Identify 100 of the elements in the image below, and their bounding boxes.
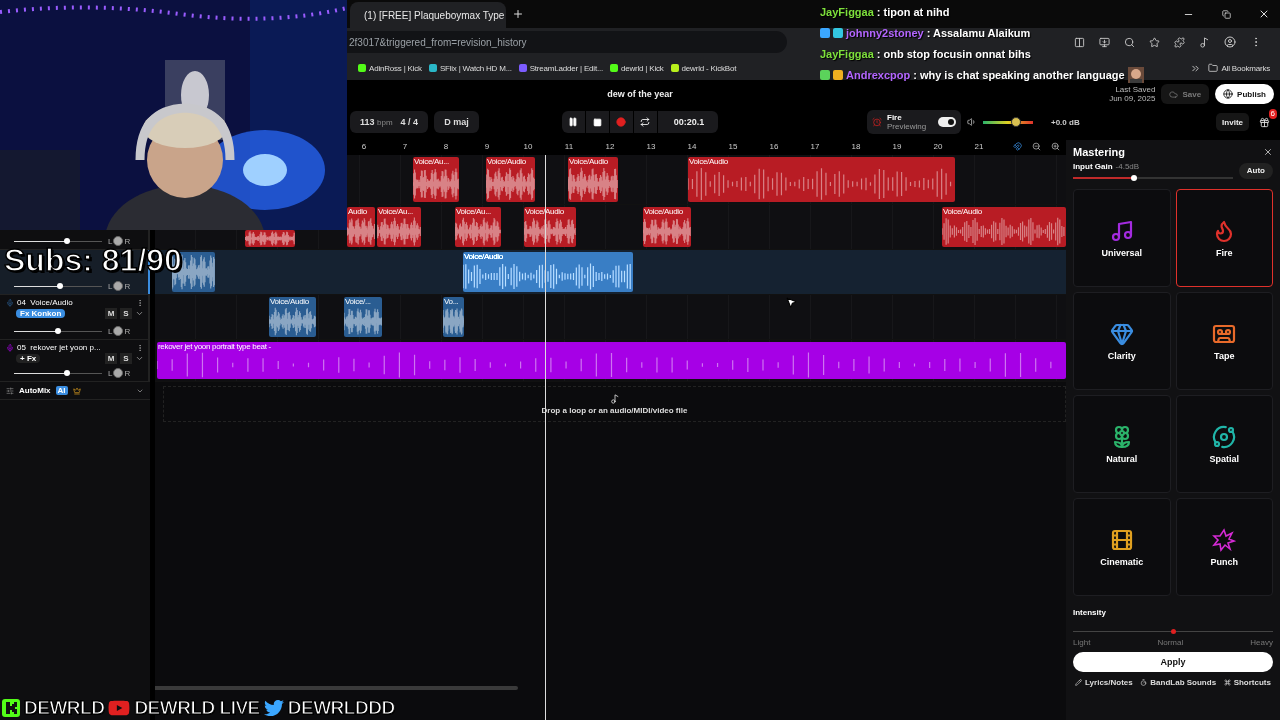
pencil-icon xyxy=(1075,679,1082,686)
audio-clip[interactable]: Voice/Audio xyxy=(269,297,316,337)
track-name: 05 rekover jet yoon p... xyxy=(17,343,101,352)
close-icon[interactable] xyxy=(1263,147,1273,157)
automix-row[interactable]: AutoMix AI xyxy=(0,382,150,400)
sliders-icon xyxy=(6,386,14,395)
bar-number: 7 xyxy=(402,142,408,151)
apply-button[interactable]: Apply xyxy=(1073,652,1273,672)
all-bookmarks[interactable]: All Bookmarks xyxy=(1208,63,1270,73)
audio-clip[interactable]: Voice/... xyxy=(344,297,382,337)
solo-button[interactable]: S xyxy=(120,308,132,319)
address-bar[interactable]: 2f3017&triggered_from=revision_history xyxy=(347,31,787,53)
media-icon[interactable] xyxy=(1199,36,1210,48)
fx-chip[interactable]: + Fx xyxy=(16,354,41,363)
bar-number: 9 xyxy=(484,142,490,151)
ai-badge: AI xyxy=(55,386,68,395)
extensions-icon[interactable] xyxy=(1174,36,1185,48)
last-saved: Last Saved Jun 09, 2025 xyxy=(1109,85,1156,103)
audio-clip[interactable]: rekover jet yoon portrait type beat - xyxy=(157,342,1066,379)
preset-card[interactable]: Natural xyxy=(1073,395,1171,493)
audio-clip[interactable]: Voice/Au... xyxy=(413,157,459,202)
audio-clip[interactable]: Voice/Audio xyxy=(643,207,691,247)
waveform xyxy=(377,216,421,247)
browser-tab[interactable]: (1) [FREE] Plaqueboymax Type xyxy=(350,2,506,28)
bar-number: 16 xyxy=(769,142,779,151)
audio-clip[interactable] xyxy=(245,230,295,247)
preset-card[interactable]: Tape xyxy=(1175,292,1273,390)
bookmark[interactable]: dewrld | Kick xyxy=(610,63,664,73)
waveform xyxy=(344,306,382,337)
zoom-icon[interactable] xyxy=(1124,36,1135,48)
zoom-in-icon[interactable] xyxy=(1051,142,1060,151)
social-handle: DEWRLD xyxy=(24,697,105,719)
audio-clip[interactable]: Voice/Audio xyxy=(463,252,633,292)
bar-number: 12 xyxy=(605,142,615,151)
bar-number: 11 xyxy=(564,142,574,151)
audio-clip[interactable]: Voice/Au... xyxy=(377,207,421,247)
footer-link[interactable]: BandLab Sounds xyxy=(1138,676,1219,689)
master-volume-slider[interactable] xyxy=(983,120,1033,124)
pan-knob[interactable]: L R xyxy=(108,368,131,378)
bar-number: 15 xyxy=(728,142,738,151)
bookmark-star-icon[interactable] xyxy=(1149,36,1160,48)
volume-icon[interactable] xyxy=(967,117,977,127)
close-icon[interactable] xyxy=(1258,8,1270,20)
more-icon[interactable] xyxy=(136,298,144,307)
audio-clip[interactable]: Voice/Audio xyxy=(568,157,618,202)
bar-number: 14 xyxy=(687,142,697,151)
new-tab-icon[interactable] xyxy=(512,8,524,20)
waveform xyxy=(443,306,464,337)
audio-clip[interactable]: Voice/Au... xyxy=(455,207,501,247)
auto-button[interactable]: Auto xyxy=(1238,162,1273,179)
waveform xyxy=(568,166,618,202)
footer-link[interactable]: Lyrics/Notes xyxy=(1073,676,1135,689)
volume-reading: +0.0 dB xyxy=(1051,117,1080,127)
restore-icon[interactable] xyxy=(1221,9,1231,19)
pan-knob[interactable]: L R xyxy=(108,326,131,336)
mute-button[interactable]: M xyxy=(105,353,117,364)
zoom-out-icon[interactable] xyxy=(1032,142,1041,151)
invite-button[interactable]: Invite xyxy=(1216,113,1249,131)
pan-knob[interactable]: L R xyxy=(108,281,131,291)
scrollbar[interactable] xyxy=(155,686,518,690)
waveform xyxy=(486,166,535,202)
intensity-label: Intensity xyxy=(1073,608,1107,617)
profile-icon[interactable] xyxy=(1224,36,1236,48)
bird-icon xyxy=(263,698,284,718)
key-display[interactable]: D maj xyxy=(434,111,479,133)
gift-icon[interactable] xyxy=(1259,116,1270,128)
bookmark[interactable]: AdinRoss | Kick xyxy=(358,63,422,73)
audio-clip[interactable]: Voice/Audio xyxy=(942,207,1066,247)
solo-button[interactable]: S xyxy=(120,353,132,364)
reader-icon[interactable] xyxy=(1074,36,1085,48)
bookmark[interactable]: SFlix | Watch HD M... xyxy=(428,63,512,73)
mute-button[interactable]: M xyxy=(105,308,117,319)
intensity-mark: Heavy xyxy=(1250,638,1273,647)
tempo-display[interactable]: 113 bpm 4 / 4 xyxy=(350,111,429,133)
preset-card[interactable]: Clarity xyxy=(1073,292,1171,390)
command-icon xyxy=(1223,679,1231,686)
bookmark[interactable]: dewrld - KickBot xyxy=(670,63,737,73)
time-display: 00:20.1 xyxy=(672,117,706,127)
install-icon[interactable] xyxy=(1099,36,1110,48)
audio-clip[interactable]: Voice/Audio xyxy=(486,157,535,202)
preview-toggle[interactable]: Fire Previewing xyxy=(867,110,961,134)
chevron-icon[interactable] xyxy=(135,354,144,363)
audio-clip[interactable]: Voice/Audio xyxy=(688,157,955,202)
more-icon[interactable] xyxy=(136,343,144,352)
preset-card[interactable]: Spatial xyxy=(1175,395,1273,493)
bar-number: 19 xyxy=(892,142,902,151)
bookmark[interactable]: StreamLadder | Edit... xyxy=(518,63,603,73)
loop-icon xyxy=(640,117,651,127)
folder-icon xyxy=(1208,63,1219,73)
preset-card[interactable]: Fire xyxy=(1175,189,1273,287)
preset-card[interactable]: Universal xyxy=(1073,189,1171,287)
track-name: 04 Voice/Audio xyxy=(17,298,73,307)
audio-clip[interactable]: Vo... xyxy=(443,297,464,337)
preset-card[interactable]: Cinematic xyxy=(1073,498,1171,596)
social-handle: DEWRLDDD xyxy=(287,697,395,719)
audio-clip[interactable]: Audio xyxy=(347,207,375,247)
footer-link[interactable]: Shortcuts xyxy=(1221,676,1273,689)
chevron-icon[interactable] xyxy=(135,309,144,318)
publish-button[interactable]: Publish xyxy=(1215,84,1274,104)
preset-card[interactable]: Punch xyxy=(1175,498,1273,596)
